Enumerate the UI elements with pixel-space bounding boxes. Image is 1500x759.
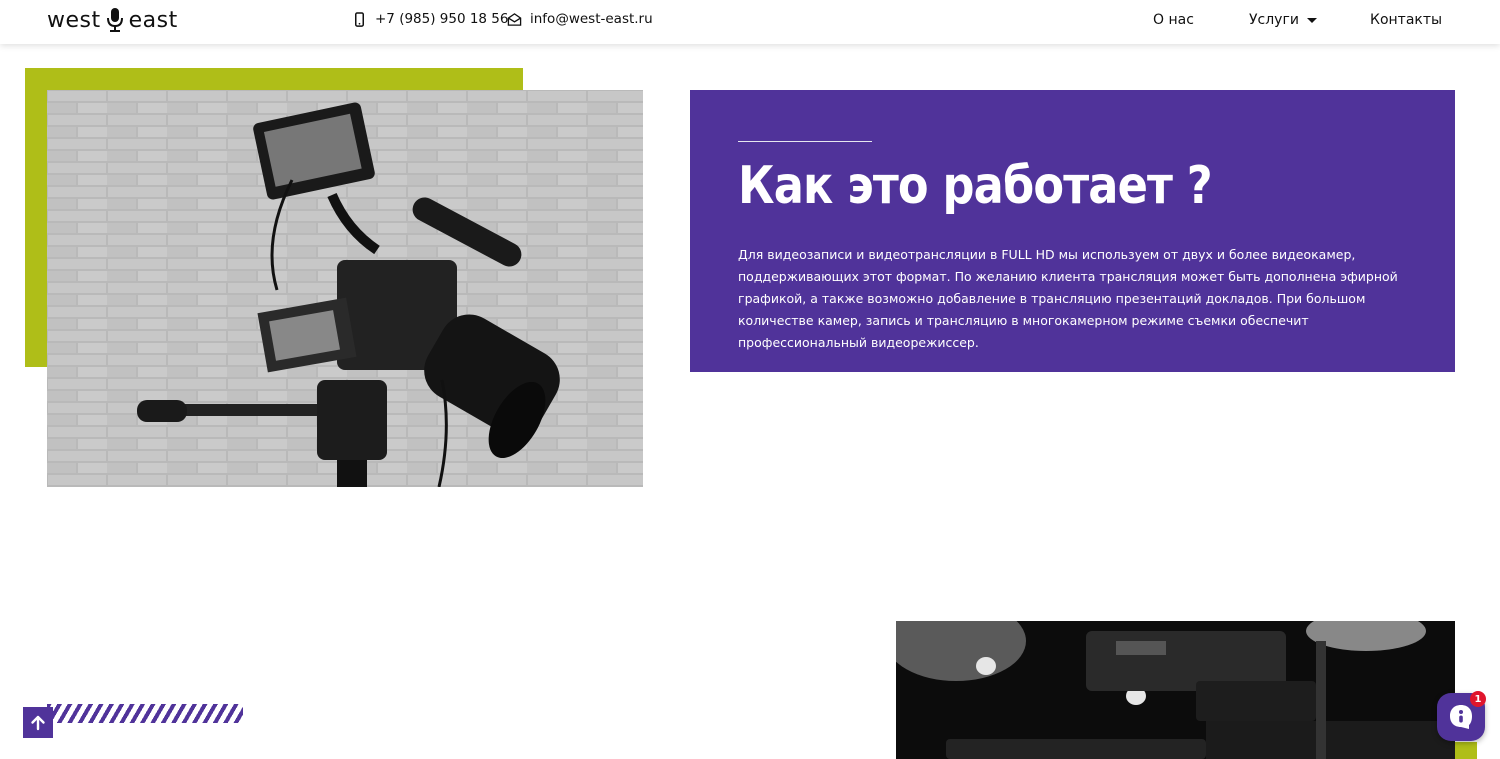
camera-photo bbox=[47, 90, 643, 487]
logo[interactable]: west east bbox=[47, 6, 178, 34]
arrow-up-icon bbox=[31, 715, 45, 730]
nav-contacts[interactable]: Контакты bbox=[1370, 12, 1442, 28]
caret-down-icon bbox=[1306, 17, 1317, 23]
phone-icon bbox=[355, 11, 364, 27]
header-phone[interactable]: +7 (985) 950 18 56 bbox=[352, 11, 509, 27]
how-it-works-text: Для видеозаписи и видеотрансляции в FULL… bbox=[738, 247, 1398, 350]
email-address: info@west-east.ru bbox=[530, 11, 653, 27]
nav-about[interactable]: О нас bbox=[1153, 12, 1194, 28]
chat-notification-badge: 1 bbox=[1470, 691, 1486, 707]
how-it-works-card: Как это работает ? Для видеозаписи и вид… bbox=[690, 90, 1455, 372]
nav-services[interactable]: Услуги bbox=[1249, 12, 1317, 28]
decorative-green-corner bbox=[1455, 742, 1477, 759]
broadcast-camera-photo bbox=[896, 621, 1455, 759]
nav-services-label: Услуги bbox=[1249, 12, 1299, 28]
logo-text-west: west bbox=[47, 7, 101, 33]
envelope-icon bbox=[507, 12, 522, 26]
scroll-to-top-button[interactable] bbox=[23, 707, 53, 738]
decorative-stripes bbox=[47, 704, 243, 723]
site-header: west east +7 (985) 950 18 56 info@west-e… bbox=[0, 0, 1500, 44]
logo-text-east: east bbox=[128, 7, 178, 33]
phone-number: +7 (985) 950 18 56 bbox=[375, 11, 509, 27]
chat-icon bbox=[1450, 705, 1472, 729]
microphone-logo-icon bbox=[106, 8, 123, 32]
header-email[interactable]: info@west-east.ru bbox=[507, 11, 653, 27]
nav-about-label: О нас bbox=[1153, 12, 1194, 28]
title-divider-line bbox=[738, 141, 872, 142]
nav-contacts-label: Контакты bbox=[1370, 12, 1443, 28]
how-it-works-title: Как это работает ? bbox=[738, 156, 1213, 216]
